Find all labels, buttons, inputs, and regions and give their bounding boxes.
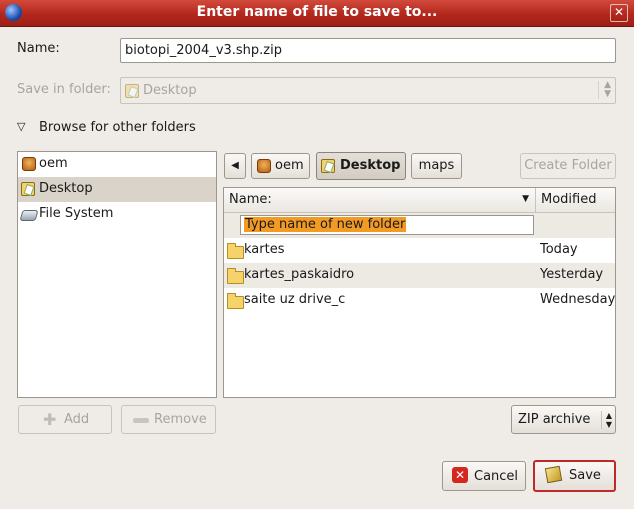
column-header-modified[interactable]: Modified [536,188,615,213]
column-name-label: Name: [229,192,272,207]
create-folder-label: Create Folder [524,158,612,173]
create-folder-button[interactable]: Create Folder [520,153,616,179]
cancel-label: Cancel [474,469,519,484]
sort-descending-icon: ▼ [522,194,529,204]
crumb-label: oem [275,158,304,173]
crumb-label: Desktop [340,158,401,173]
path-crumb-oem[interactable]: oem [251,153,310,179]
path-crumb-desktop[interactable]: Desktop [316,152,406,180]
file-list: Name: ▼ Modified Type name of new folder… [223,187,616,398]
cancel-button[interactable]: ✕ Cancel [442,461,526,491]
file-name: kartes_paskaidro [244,267,355,282]
places-item-desktop[interactable]: Desktop [18,177,216,202]
folder-icon [227,268,244,284]
save-in-folder-combo: Desktop ▲ ▼ [120,77,616,104]
title-bar: Enter name of file to save to... ✕ [0,0,634,27]
browse-label: Browse for other folders [39,120,196,135]
window-title: Enter name of file to save to... [196,4,438,20]
file-modified: Today [540,242,578,257]
add-label: Add [64,412,90,427]
places-pane: oem Desktop File System [17,151,217,398]
home-icon [257,159,271,173]
combo-updown-icon: ▲ ▼ [600,411,612,429]
save-label: Save [569,468,601,483]
expander-arrow-icon: ▽ [17,120,26,133]
file-name: saite uz drive_c [244,292,346,307]
save-in-folder-value: Desktop [143,83,197,98]
close-window-button[interactable]: ✕ [610,4,628,22]
desktop-icon [125,84,139,98]
places-item-label: File System [39,206,114,221]
column-modified-label: Modified [541,192,597,207]
desktop-icon [321,159,335,173]
places-item-label: Desktop [39,181,93,196]
file-name: kartes [244,242,285,257]
filter-value: ZIP archive [518,412,591,427]
folder-icon [227,243,244,259]
file-type-filter[interactable]: ZIP archive ▲ ▼ [511,405,616,434]
save-icon [544,465,563,484]
filename-value: biotopi_2004_v3.shp.zip [125,43,282,58]
path-back-button[interactable]: ◀ [224,153,246,179]
column-header-name[interactable]: Name: ▼ [224,188,536,213]
plus-icon: ✚ [43,410,57,429]
new-folder-selected-text: Type name of new folder [244,217,407,232]
file-row[interactable]: kartes Today [224,238,615,263]
name-label: Name: [17,41,60,56]
minus-icon [133,418,149,423]
places-item-label: oem [39,156,68,171]
harddisk-icon [19,210,39,221]
file-modified: Yesterday [540,267,604,282]
save-in-folder-label: Save in folder: [17,82,111,97]
places-item-oem[interactable]: oem [18,152,216,177]
cancel-x-icon: ✕ [452,467,468,483]
back-arrow-icon: ◀ [231,160,239,171]
places-item-file-system[interactable]: File System [18,202,216,227]
filename-input[interactable]: biotopi_2004_v3.shp.zip [120,38,616,63]
desktop-icon [21,182,35,196]
crumb-label: maps [418,158,455,173]
remove-label: Remove [154,412,207,427]
new-folder-name-input[interactable]: Type name of new folder [240,215,534,235]
file-row[interactable]: kartes_paskaidro Yesterday [224,263,615,288]
file-row[interactable]: saite uz drive_c Wednesday [224,288,615,313]
file-modified: Wednesday [540,292,616,307]
new-folder-row: Type name of new folder [224,213,615,238]
remove-bookmark-button[interactable]: Remove [121,405,216,434]
path-crumb-maps[interactable]: maps [411,153,462,179]
home-icon [22,157,36,171]
add-bookmark-button[interactable]: ✚ Add [18,405,112,434]
save-button[interactable]: Save [533,460,616,492]
folder-icon [227,293,244,309]
combo-updown-icon: ▲ ▼ [598,81,611,99]
